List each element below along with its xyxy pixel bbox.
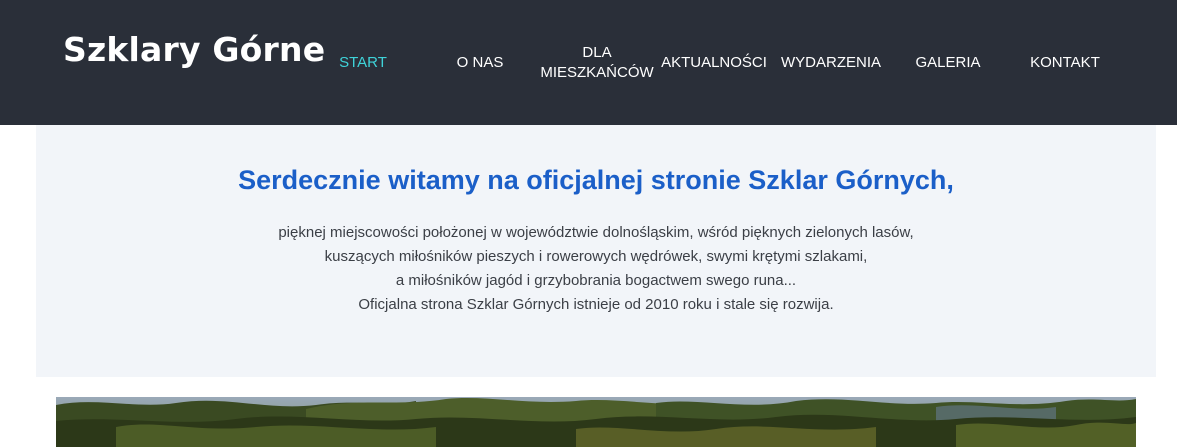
forest-photo [56,397,1136,447]
welcome-text-line: Oficjalna strona Szklar Górnych istnieje… [358,296,834,313]
welcome-text-line: pięknej miejscowości położonej w wojewód… [278,224,914,241]
nav-item-label-line2: MIESZKAŃCÓW [540,63,654,81]
nav-item-start[interactable]: START [322,0,404,125]
welcome-section: Serdecznie witamy na oficjalnej stronie … [36,125,1156,377]
nav-item-o-nas[interactable]: O NAS [439,0,521,125]
welcome-title: Serdecznie witamy na oficjalnej stronie … [238,165,954,195]
nav-item-dla-mieszkancow[interactable]: DLA MIESZKAŃCÓW [540,0,654,125]
welcome-text-line: kuszących miłośników pieszych i rowerowy… [324,248,868,265]
nav-item-label-line1: DLA [582,43,612,61]
welcome-text: pięknej miejscowości położonej w wojewód… [36,221,1156,317]
forest-photo-image [56,397,1136,447]
nav-item-kontakt[interactable]: KONTAKT [1020,0,1110,125]
nav-item-galeria[interactable]: GALERIA [903,0,993,125]
nav-item-wydarzenia[interactable]: WYDARZENIA [781,0,881,125]
site-logo[interactable]: Szklary Górne [63,30,325,69]
nav-item-aktualnosci[interactable]: AKTUALNOŚCI [661,0,767,125]
welcome-text-line: a miłośników jagód i grzybobrania bogact… [395,272,797,289]
site-header: Szklary Górne START O NAS DLA MIESZKAŃCÓ… [0,0,1177,125]
